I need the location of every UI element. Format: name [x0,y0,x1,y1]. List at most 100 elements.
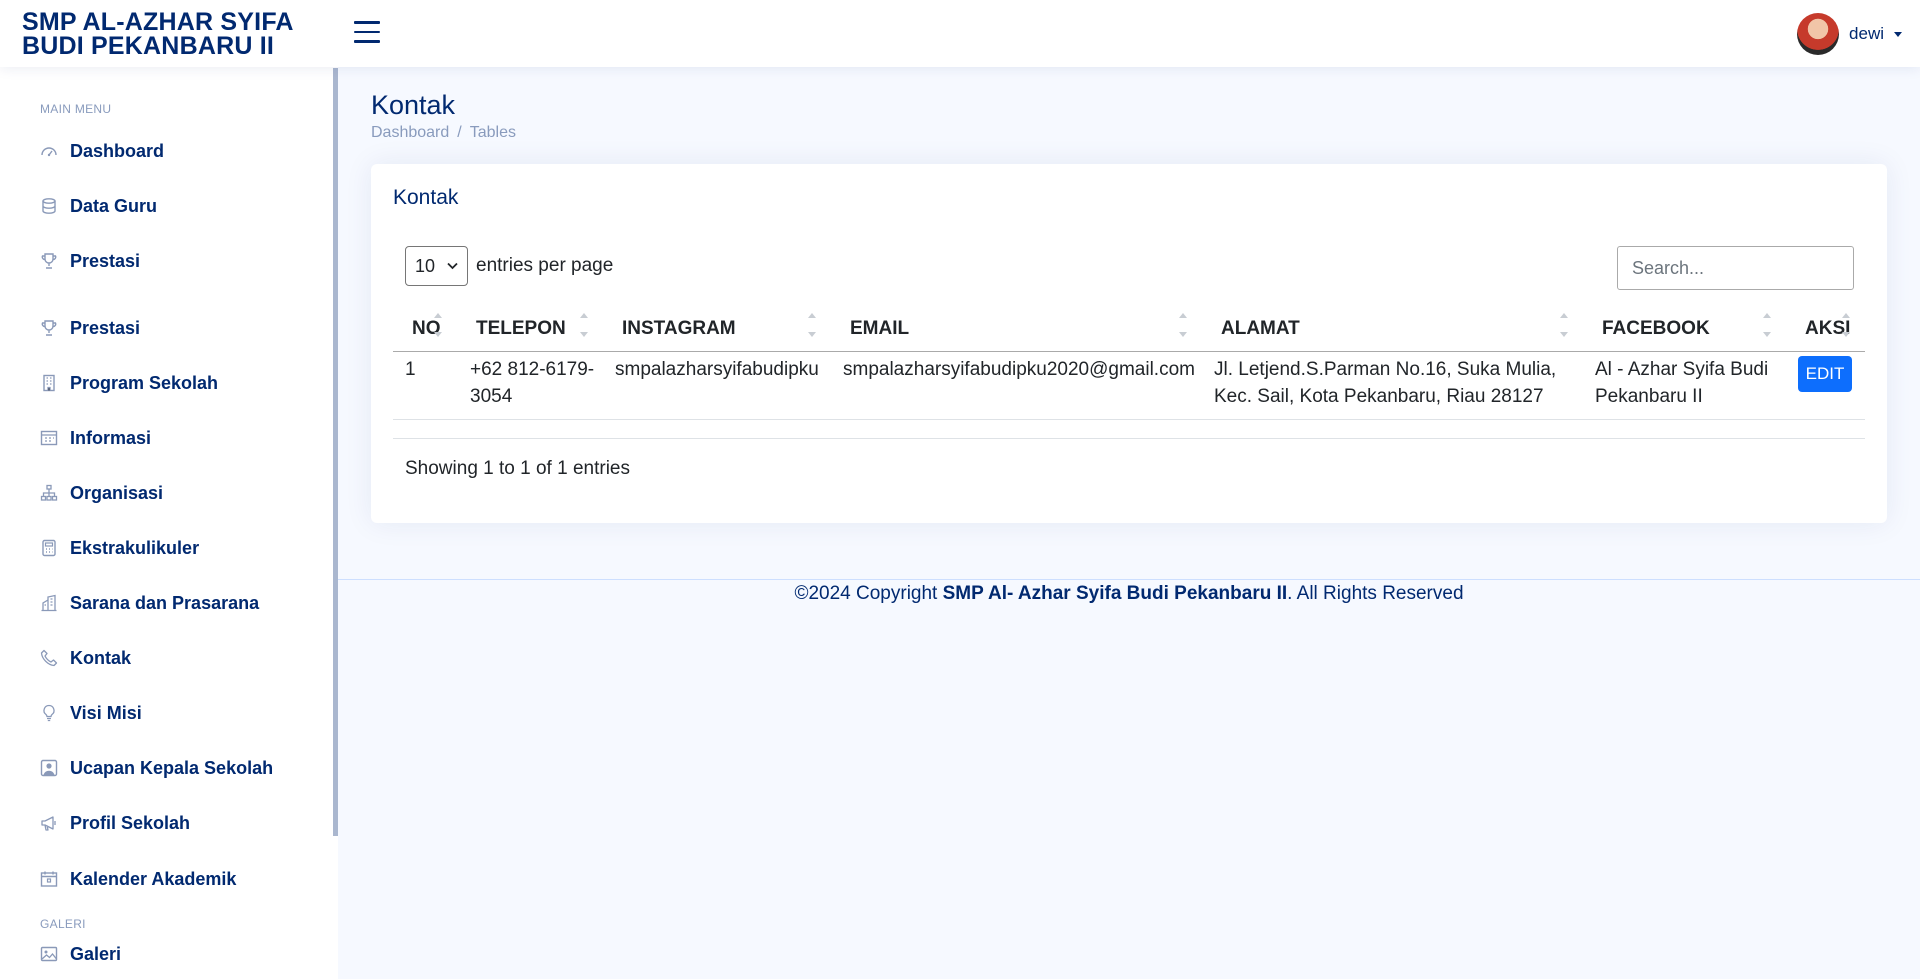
sidebar-item-label: Prestasi [70,250,141,271]
search-input[interactable] [1617,246,1854,290]
cell-facebook-line-1: Al - Azhar Syifa Budi [1595,359,1769,380]
cell-alamat-line-1: Jl. Letjend.S.Parman No.16, Suka Mulia, [1214,359,1557,380]
avatar [1797,13,1840,55]
sidebar-item-label: Visi Misi [70,702,142,723]
kontak-card: Kontak 10 entries per page NO TELEPON IN… [371,164,1887,523]
sidebar-scrollbar[interactable] [333,68,338,836]
sort-icon [1842,309,1850,345]
building-icon [43,374,55,392]
sidebar-item-organisasi[interactable]: Organisasi [40,478,163,508]
brand-line-2: BUDI PEKANBARU II [22,32,275,60]
image-icon [40,946,58,962]
brand-logo[interactable]: SMP AL-AZHAR SYIFA BUDI PEKANBARU II [22,8,322,60]
breadcrumb-dashboard[interactable]: Dashboard [371,124,449,142]
sidebar-item-label: Ucapan Kepala Sekolah [70,757,274,778]
sidebar-item-visi-misi[interactable]: Visi Misi [40,698,142,728]
cell-no: 1 [405,359,416,380]
sidebar-item-sarana-prasarana[interactable]: Sarana dan Prasarana [40,588,259,618]
chevron-down-icon [447,262,458,270]
sidebar-item-label: Program Sekolah [70,372,219,393]
sidebar-item-ekstrakulikuler[interactable]: Ekstrakulikuler [40,533,199,563]
sidebar-item-program-sekolah[interactable]: Program Sekolah [40,368,218,398]
column-header-email[interactable]: EMAIL [850,307,909,351]
calculator-icon [42,539,56,557]
sidebar-item-kalender-akademik[interactable]: Kalender Akademik [40,864,236,894]
sidebar-item-label: Kalender Akademik [70,868,237,889]
sidebar-item-profil-sekolah[interactable]: Profil Sekolah [40,808,190,838]
speedometer-icon [41,147,57,157]
column-header-instagram[interactable]: INSTAGRAM [622,307,736,351]
trophy-icon [41,320,57,336]
cell-email: smpalazharsyifabudipku2020@gmail.com [843,359,1195,380]
sidebar-item-informasi[interactable]: Informasi [40,423,151,453]
sidebar-item-kontak[interactable]: Kontak [40,643,131,673]
sidebar-item-label: Dashboard [70,140,165,161]
sidebar-item-prestasi[interactable]: Prestasi [40,246,140,276]
brand-line-1: SMP AL-AZHAR SYIFA [22,8,294,36]
column-header-telepon[interactable]: TELEPON [476,307,566,351]
entries-per-page-value: 10 [415,255,436,276]
lightbulb-icon [43,704,55,722]
sort-icon [1560,309,1568,345]
entries-per-page-select[interactable]: 10 [405,246,468,286]
user-name: dewi [1849,24,1884,43]
sidebar-item-label: Sarana dan Prasarana [70,592,260,613]
sort-icon [1763,309,1771,345]
sidebar-item-prestasi-2[interactable]: Prestasi [40,313,140,343]
table-header-divider [393,351,1865,352]
megaphone-icon [41,816,56,831]
column-header-facebook[interactable]: FACEBOOK [1602,307,1710,351]
cell-alamat-line-2: Kec. Sail, Kota Pekanbaru, Riau 28127 [1214,386,1544,407]
sort-icon [808,309,816,345]
column-header-alamat[interactable]: ALAMAT [1221,307,1300,351]
sidebar-item-label: Profil Sekolah [70,812,191,833]
sidebar-item-label: Galeri [70,943,122,964]
page-title: Kontak [371,90,456,120]
caret-down-icon [1894,31,1902,37]
sort-icon [580,309,588,345]
sidebar-item-galeri[interactable]: Galeri [40,939,121,969]
row-divider [393,419,1865,420]
sidebar-item-label: Kontak [70,647,132,668]
sidebar-section-main: MAIN MENU [40,102,112,116]
sidebar-item-ucapan-kepala-sekolah[interactable]: Ucapan Kepala Sekolah [40,753,273,783]
entries-per-page: 10 entries per page [405,246,613,286]
footer-suffix: . All Rights Reserved [1287,583,1464,604]
cell-telepon-line-1: +62 812-6179- [470,359,595,380]
footer-divider [338,579,1920,580]
sidebar: MAIN MENU Dashboard Data Guru Prestasi P… [0,67,338,979]
profile-dropdown[interactable]: dewi [1797,13,1902,55]
footer-org: SMP Al- Azhar Syifa Budi Pekanbaru II [942,583,1288,604]
sidebar-item-label: Informasi [70,427,152,448]
sort-icon [1179,309,1187,345]
card-title: Kontak [393,186,459,209]
diagram-icon [40,484,58,501]
trophy-icon [41,253,57,269]
calendar-grid-icon [40,430,58,446]
cell-facebook-line-2: Pekanbaru II [1595,386,1703,407]
entries-per-page-label: entries per page [476,255,614,276]
top-header: SMP AL-AZHAR SYIFA BUDI PEKANBARU II dew… [0,0,1920,67]
cell-telepon: +62 812-6179- 3054 [470,356,594,410]
sidebar-item-label: Organisasi [70,482,164,503]
person-square-icon [40,759,58,777]
breadcrumb-tables: Tables [469,124,516,141]
cell-alamat: Jl. Letjend.S.Parman No.16, Suka Mulia, … [1214,356,1556,410]
sidebar-item-label: Prestasi [70,317,141,338]
cell-facebook: Al - Azhar Syifa Budi Pekanbaru II [1595,356,1768,410]
table-info: Showing 1 to 1 of 1 entries [405,458,630,479]
cell-telepon-line-2: 3054 [470,386,513,407]
buildings-icon [41,594,57,612]
table-bottom-divider [393,438,1865,439]
calendar-icon [40,871,58,887]
breadcrumb: Dashboard / Tables [371,124,516,142]
sidebar-item-dashboard[interactable]: Dashboard [40,136,164,166]
cell-instagram: smpalazharsyifabudipku [615,359,819,380]
telephone-icon [40,649,58,667]
sidebar-toggle-icon[interactable] [354,21,380,43]
edit-button[interactable]: EDIT [1798,356,1852,392]
sort-icon [434,309,442,345]
sidebar-item-data-guru[interactable]: Data Guru [40,191,157,221]
sidebar-item-label: Ekstrakulikuler [70,537,200,558]
footer-prefix: ©2024 Copyright [794,583,943,604]
